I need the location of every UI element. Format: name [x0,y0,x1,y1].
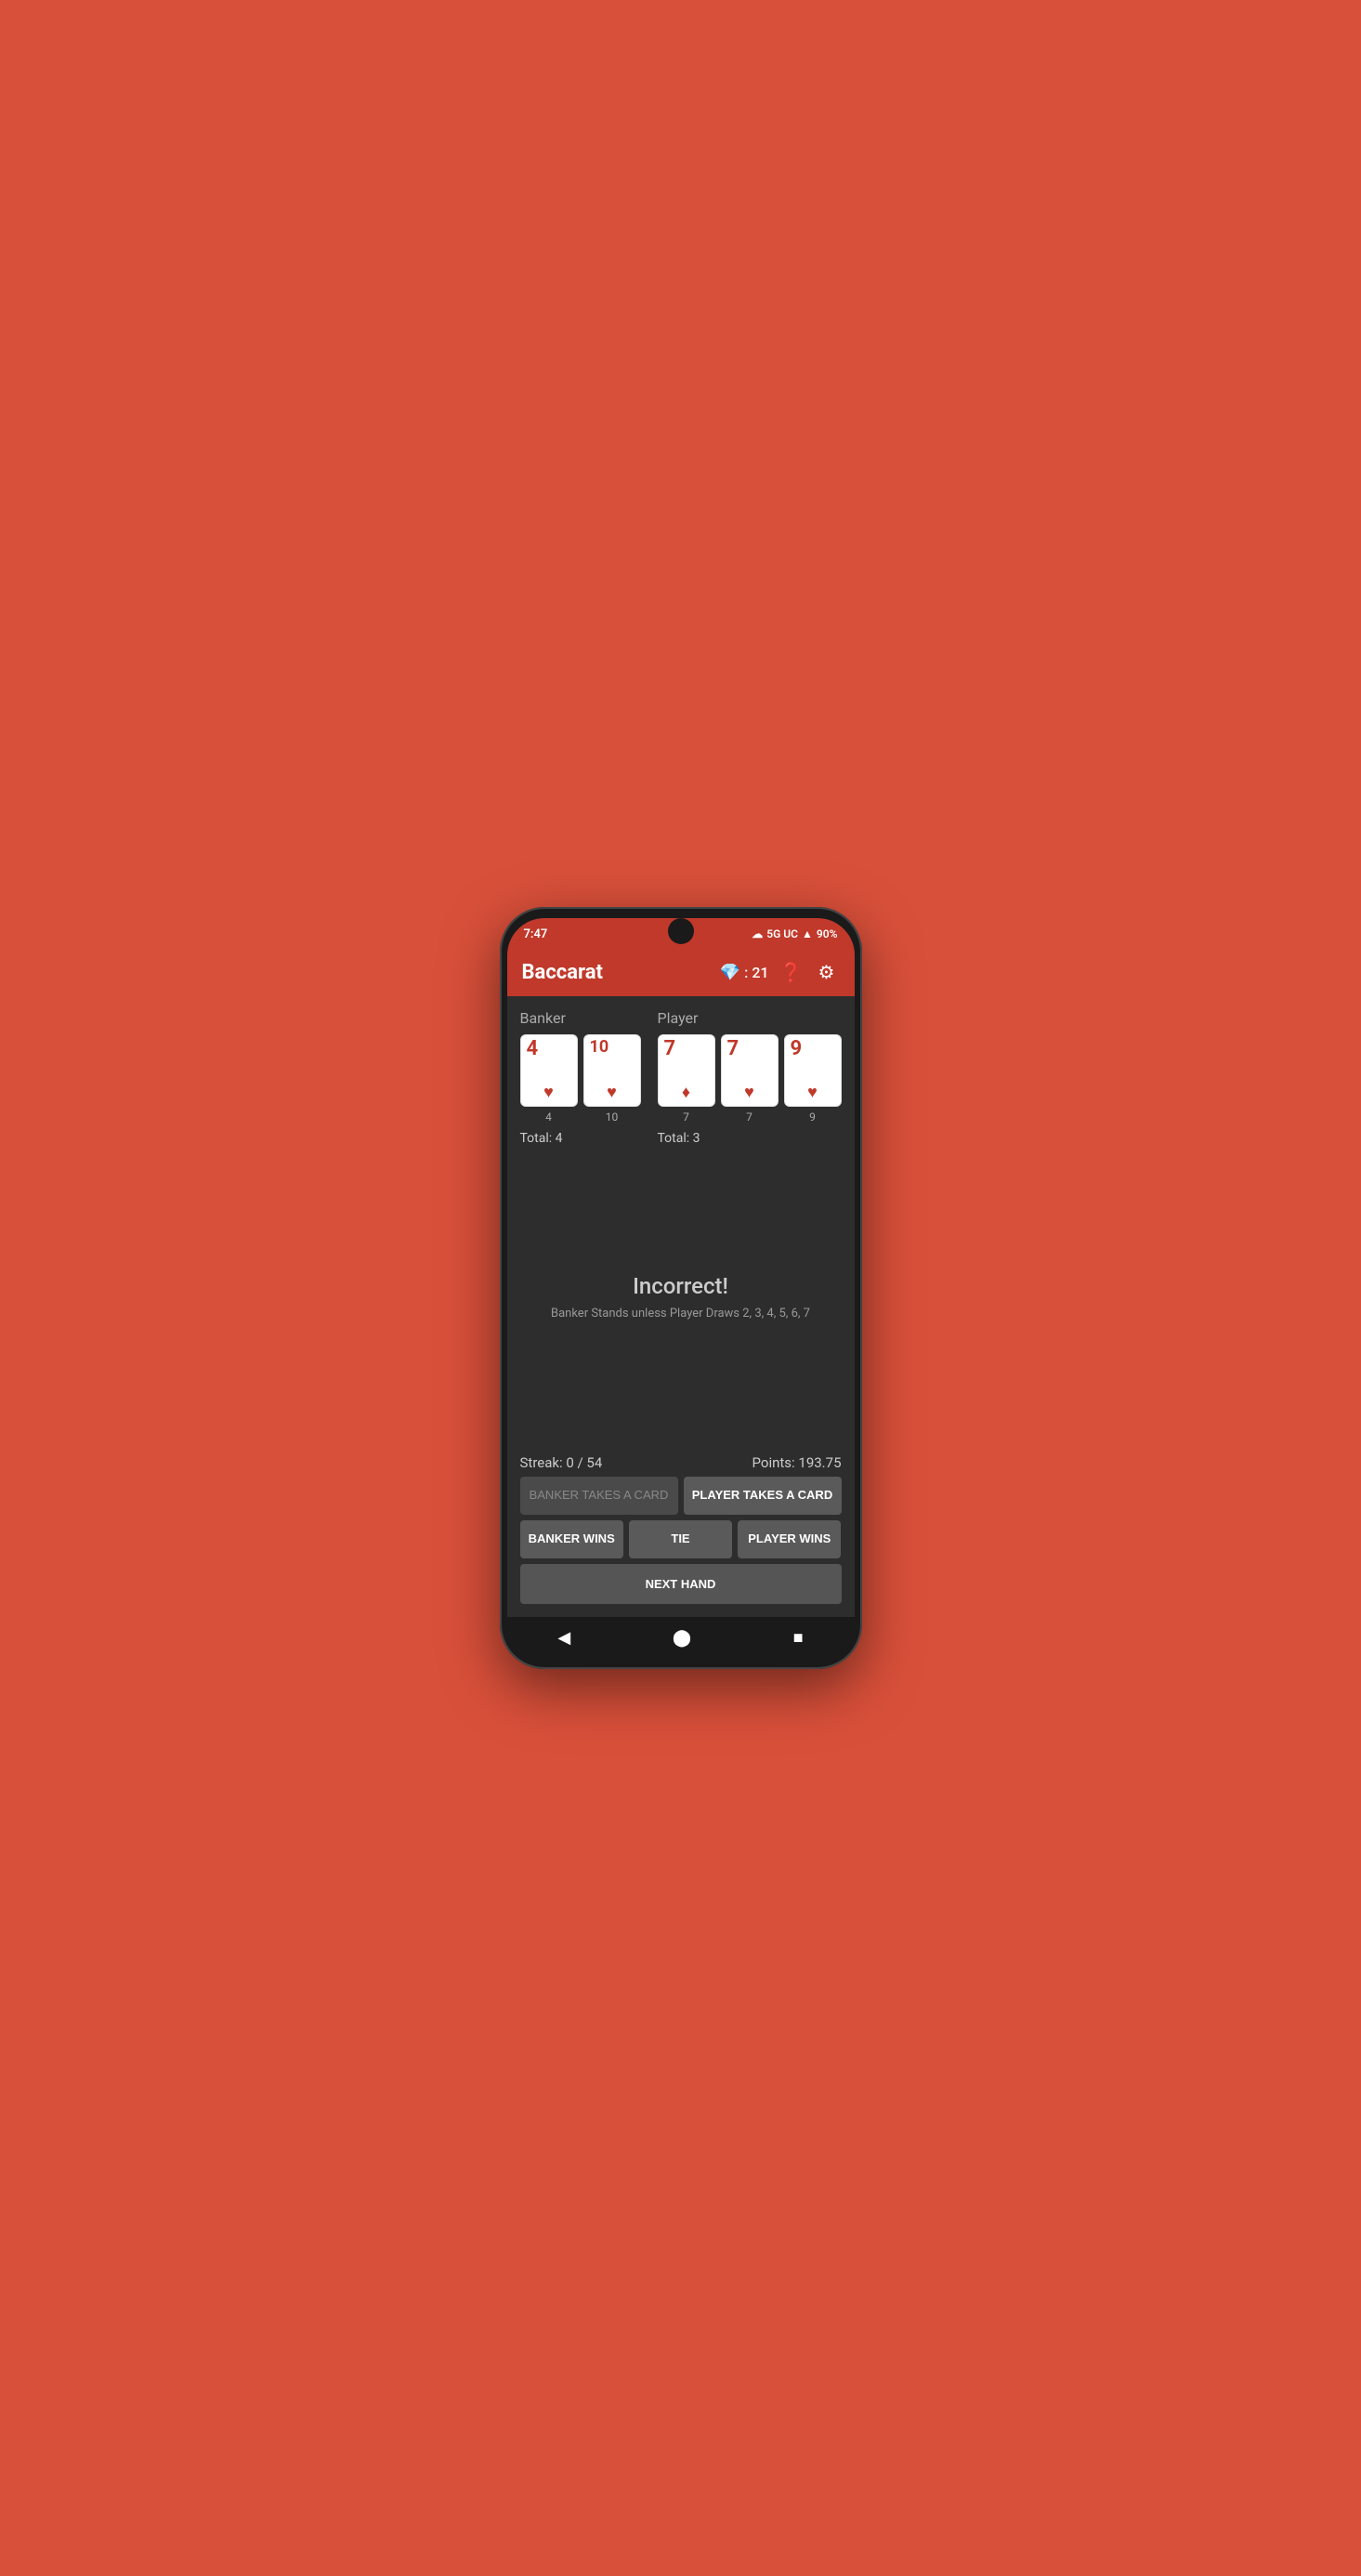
player-card-1: 7 ♦ [658,1034,715,1107]
banker-card-2-suit: ♥ [607,1083,617,1102]
app-bar-right: 💎 : 21 ❓ ⚙ [720,959,840,985]
nav-home-button[interactable]: ⬤ [673,1628,691,1648]
gem-number: 21 [752,964,768,981]
player-card-2-container: 7 ♥ 7 [721,1034,779,1124]
gem-value: : [744,964,748,981]
gem-icon: 💎 [720,963,740,982]
settings-button[interactable]: ⚙ [814,959,840,985]
cards-section: Banker 4 ♥ 4 10 [520,1009,842,1146]
take-card-row: BANKER TAKES A CARD PLAYER TAKES A CARD [520,1477,842,1515]
actions-area: BANKER TAKES A CARD PLAYER TAKES A CARD … [520,1477,842,1610]
player-card-3-container: 9 ♥ 9 [784,1034,842,1124]
banker-card-2-value: 10 [590,1039,609,1056]
player-card-3: 9 ♥ [784,1034,842,1107]
player-wins-button[interactable]: PLAYER WINS [738,1520,841,1558]
banker-takes-card-button[interactable]: BANKER TAKES A CARD [520,1477,678,1515]
banker-wins-button[interactable]: BANKER WINS [520,1520,623,1558]
banker-label: Banker [520,1009,643,1027]
banker-hand-area: Banker 4 ♥ 4 10 [520,1009,643,1146]
nav-recents-button[interactable]: ■ [793,1628,804,1648]
help-icon: ❓ [779,961,803,984]
points-stat: Points: 193.75 [752,1454,842,1471]
phone-frame: 7:47 ☁ 5G UC ▲ 90% Baccarat 💎 : 21 ❓ [500,907,862,1669]
player-card-1-container: 7 ♦ 7 [658,1034,715,1124]
winner-row: BANKER WINS TIE PLAYER WINS [520,1520,842,1558]
phone-screen: 7:47 ☁ 5G UC ▲ 90% Baccarat 💎 : 21 ❓ [507,918,855,1658]
app-bar: Baccarat 💎 : 21 ❓ ⚙ [507,948,855,996]
tie-button[interactable]: TIE [629,1520,732,1558]
stats-bar: Streak: 0 / 54 Points: 193.75 [520,1447,842,1477]
home-icon: ⬤ [673,1628,691,1647]
settings-icon: ⚙ [818,961,835,984]
camera-notch [668,918,694,944]
banker-card-2-container: 10 ♥ 10 [583,1034,641,1124]
player-card-2-label: 7 [721,1111,779,1124]
help-button[interactable]: ❓ [779,959,805,985]
banker-total: Total: 4 [520,1131,643,1146]
banker-card-1: 4 ♥ [520,1034,578,1107]
gem-score-display: 💎 : 21 [720,963,769,982]
banker-card-1-container: 4 ♥ 4 [520,1034,578,1124]
player-card-3-value: 9 [791,1039,803,1059]
banker-card-1-label: 4 [520,1111,578,1124]
banker-card-2: 10 ♥ [583,1034,641,1107]
banker-card-1-value: 4 [527,1039,539,1059]
battery-indicator: 90% [817,927,838,940]
player-card-2-value: 7 [727,1039,739,1059]
player-card-3-label: 9 [784,1111,842,1124]
result-subtitle: Banker Stands unless Player Draws 2, 3, … [551,1307,810,1321]
app-title: Baccarat [522,961,603,984]
player-card-1-label: 7 [658,1111,715,1124]
status-icons: ☁ 5G UC ▲ 90% [752,927,837,940]
back-icon: ◀ [557,1628,570,1647]
nav-back-button[interactable]: ◀ [557,1628,570,1648]
main-content: Banker 4 ♥ 4 10 [507,996,855,1617]
status-time: 7:47 [524,927,548,941]
player-hand-area: Player 7 ♦ 7 7 [658,1009,842,1146]
result-title: Incorrect! [633,1273,728,1299]
signal-icon: ▲ [802,927,813,940]
banker-card-1-suit: ♥ [543,1083,554,1102]
player-cards-row: 7 ♦ 7 7 ♥ 7 [658,1034,842,1124]
player-card-3-suit: ♥ [807,1083,818,1102]
player-card-1-value: 7 [664,1039,676,1059]
nav-bar: ◀ ⬤ ■ [507,1617,855,1658]
cloud-icon: ☁ [752,927,763,940]
banker-card-2-label: 10 [583,1111,641,1124]
network-indicator: 5G UC [766,927,798,940]
player-card-1-suit: ♦ [682,1083,690,1102]
player-total: Total: 3 [658,1131,842,1146]
streak-stat: Streak: 0 / 54 [520,1454,603,1471]
player-takes-card-button[interactable]: PLAYER TAKES A CARD [684,1477,842,1515]
player-card-2-suit: ♥ [744,1083,754,1102]
banker-cards-row: 4 ♥ 4 10 ♥ 10 [520,1034,643,1124]
player-card-2: 7 ♥ [721,1034,779,1107]
recents-icon: ■ [793,1628,804,1647]
player-label: Player [658,1009,842,1027]
result-area: Incorrect! Banker Stands unless Player D… [520,1146,842,1447]
next-hand-button[interactable]: NEXT HAND [520,1564,842,1604]
